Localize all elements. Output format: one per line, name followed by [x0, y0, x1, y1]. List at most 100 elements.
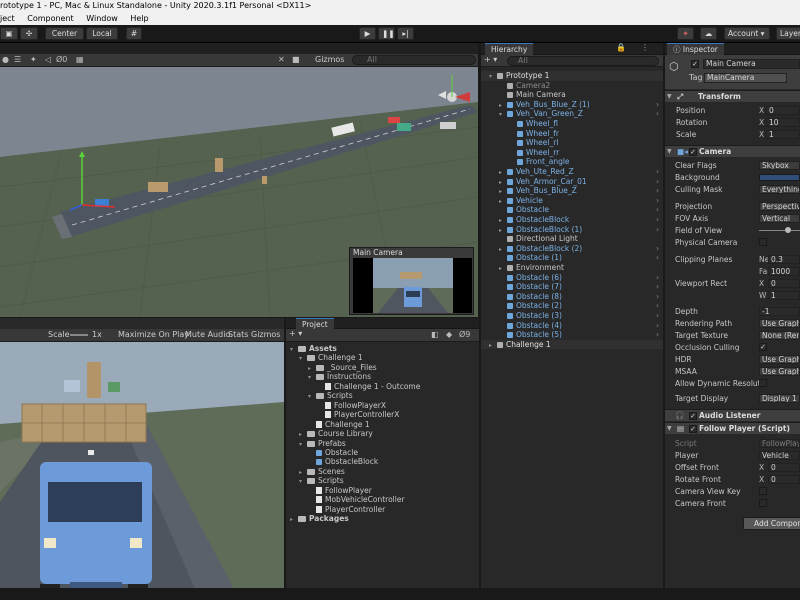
audio-listener-header[interactable]: 🎧 ✓ Audio Listener	[665, 409, 800, 421]
field-of-view-slider-handle[interactable]	[785, 227, 791, 233]
collab-icon[interactable]: ✦	[677, 27, 694, 40]
hierarchy-item[interactable]: Main Camera	[481, 90, 663, 100]
hierarchy-item[interactable]: Obstacle (6) ›	[481, 273, 663, 283]
menu-component[interactable]: Component	[27, 14, 73, 23]
hierarchy-item[interactable]: Wheel_fr	[481, 129, 663, 139]
prefab-open-icon[interactable]: ›	[656, 177, 659, 187]
tools-icon[interactable]: ✕	[278, 55, 285, 64]
follow-player-header[interactable]: ▼ ▤ ✓ Follow Player (Script)	[665, 422, 800, 434]
menu-help[interactable]: Help	[130, 14, 148, 23]
rotation-x-field[interactable]: 10	[766, 118, 800, 127]
prefab-open-icon[interactable]: ›	[656, 273, 659, 283]
project-item[interactable]: ▸ _Source_Files	[286, 363, 479, 373]
prefab-open-icon[interactable]: ›	[656, 215, 659, 225]
project-item[interactable]: MobVehicleController	[286, 495, 479, 505]
script-field[interactable]: FollowPlay	[759, 439, 800, 448]
effects-icon[interactable]: ▦	[76, 55, 84, 64]
project-create-button[interactable]: + ▾	[289, 329, 302, 338]
viewport-x-field[interactable]: 0	[768, 279, 800, 288]
project-item[interactable]: ObstacleBlock	[286, 457, 479, 467]
project-label-icon[interactable]: ◆	[446, 330, 452, 339]
menu-project[interactable]: ject	[0, 14, 15, 23]
hierarchy-item[interactable]: Obstacle (7) ›	[481, 282, 663, 292]
project-item[interactable]: Obstacle	[286, 448, 479, 458]
project-hidden-icon[interactable]: Ø9	[459, 330, 470, 339]
prefab-open-icon[interactable]: ›	[656, 292, 659, 302]
hierarchy-item[interactable]: ▸ ObstacleBlock (1) ›	[481, 225, 663, 235]
camera-view-key-checkbox[interactable]	[759, 487, 767, 495]
project-item[interactable]: ▸ Course Library	[286, 429, 479, 439]
clear-flags-field[interactable]: Skybox	[759, 161, 800, 170]
hierarchy-item[interactable]: Obstacle (1) ›	[481, 253, 663, 263]
prefab-open-icon[interactable]: ›	[656, 253, 659, 263]
mute-audio-toggle[interactable]: Mute Audio	[185, 330, 230, 339]
account-dropdown[interactable]: Account ▾	[724, 27, 770, 40]
camera-settings-icon[interactable]: ■	[292, 55, 300, 64]
hierarchy-item[interactable]: Front_angle	[481, 157, 663, 167]
hierarchy-item[interactable]: Wheel_rr	[481, 148, 663, 158]
player-field[interactable]: Vehicle	[759, 451, 800, 460]
hierarchy-item[interactable]: Obstacle ›	[481, 205, 663, 215]
hierarchy-item[interactable]: ▸ ObstacleBlock (2) ›	[481, 244, 663, 254]
camera-enabled-checkbox[interactable]: ✓	[689, 148, 697, 156]
shading-mode-icon[interactable]: ●	[2, 55, 9, 64]
hierarchy-item[interactable]: Wheel_fl	[481, 119, 663, 129]
pivot-center-button[interactable]: Center	[45, 27, 84, 40]
hierarchy-item[interactable]: ▸ Vehicle ›	[481, 196, 663, 206]
hierarchy-item[interactable]: ▸ ObstacleBlock ›	[481, 215, 663, 225]
position-x-field[interactable]: 0	[766, 106, 800, 115]
target-texture-field[interactable]: None (Rend	[759, 331, 800, 340]
project-item[interactable]: ▸ Scenes	[286, 467, 479, 477]
hierarchy-item[interactable]: ▸ Veh_Ute_Red_Z ›	[481, 167, 663, 177]
lighting-toggle-icon[interactable]: ✦	[30, 55, 37, 64]
project-search-icon[interactable]: ◧	[431, 330, 439, 339]
project-item[interactable]: ▾ Assets	[286, 344, 479, 354]
project-item[interactable]: PlayerControllerX	[286, 410, 479, 420]
target-display-field[interactable]: Display 1	[759, 394, 800, 403]
prefab-open-icon[interactable]: ›	[656, 244, 659, 254]
layers-dropdown[interactable]: Layer	[776, 27, 800, 40]
pivot-local-button[interactable]: Local	[86, 27, 118, 40]
background-color-swatch[interactable]	[759, 174, 800, 181]
hierarchy-item[interactable]: Obstacle (4) ›	[481, 321, 663, 331]
project-item[interactable]: ▾ Prefabs	[286, 439, 479, 449]
foldout-arrow-icon[interactable]: ▸	[489, 341, 497, 351]
viewport-w-field[interactable]: 1	[768, 291, 800, 300]
hierarchy-item[interactable]: ▸ Veh_Armor_Car_01 ›	[481, 177, 663, 187]
hierarchy-item[interactable]: Camera2	[481, 81, 663, 91]
rect-tool-icon[interactable]: ▣	[0, 27, 18, 40]
prefab-open-icon[interactable]: ›	[656, 196, 659, 206]
near-clip-field[interactable]: 0.3	[768, 255, 800, 264]
prefab-open-icon[interactable]: ›	[656, 109, 659, 119]
hierarchy-item[interactable]: ▸ Veh_Bus_Blue_Z (1) ›	[481, 100, 663, 110]
prefab-open-icon[interactable]: ›	[656, 205, 659, 215]
project-item[interactable]: PlayerController	[286, 505, 479, 515]
hierarchy-item[interactable]: ▸ Environment	[481, 263, 663, 273]
transform-tool-icon[interactable]: ✣	[20, 27, 38, 40]
scale-x-field[interactable]: 1	[766, 130, 800, 139]
2d-toggle-icon[interactable]: ☰	[14, 55, 21, 64]
hierarchy-create-button[interactable]: + ▾	[484, 55, 497, 64]
object-active-checkbox[interactable]: ✓	[691, 60, 699, 68]
prefab-open-icon[interactable]: ›	[656, 321, 659, 331]
hierarchy-item[interactable]: Directional Light	[481, 234, 663, 244]
hierarchy-lock-icon[interactable]: 🔒	[616, 43, 626, 52]
prefab-open-icon[interactable]: ›	[656, 311, 659, 321]
msaa-field[interactable]: Use Graphics	[759, 367, 800, 376]
hierarchy-item[interactable]: Obstacle (8) ›	[481, 292, 663, 302]
culling-mask-field[interactable]: Everything	[759, 185, 800, 194]
object-name-field[interactable]: Main Camera	[703, 59, 800, 69]
scene-search-input[interactable]: All	[352, 55, 476, 65]
prefab-open-icon[interactable]: ›	[656, 167, 659, 177]
menu-window[interactable]: Window	[86, 14, 118, 23]
step-button[interactable]: ▸|	[397, 27, 414, 40]
cloud-icon[interactable]: ☁	[700, 27, 717, 40]
hierarchy-item[interactable]: ▾ Veh_Van_Green_Z ›	[481, 109, 663, 119]
projection-field[interactable]: Perspective	[759, 202, 800, 211]
project-item[interactable]: FollowPlayer	[286, 486, 479, 496]
prefab-open-icon[interactable]: ›	[656, 282, 659, 292]
tag-dropdown[interactable]: MainCamera	[704, 73, 787, 83]
hierarchy-item[interactable]: Obstacle (3) ›	[481, 311, 663, 321]
camera-header[interactable]: ▼ ■◂ ✓ Camera	[665, 145, 800, 157]
audio-toggle-icon[interactable]: ◁	[45, 55, 51, 64]
